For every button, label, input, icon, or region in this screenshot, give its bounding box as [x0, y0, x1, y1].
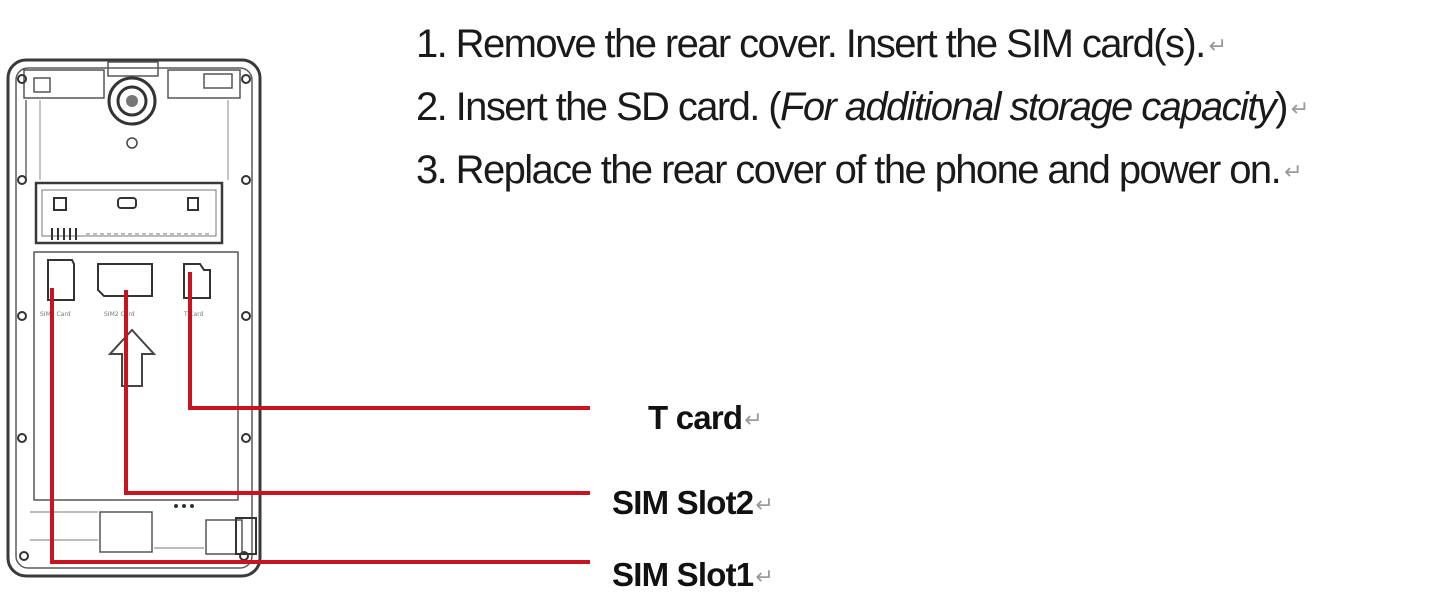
top-bracket [23, 69, 105, 99]
instruction-step-1-text: 1. Remove the rear cover. Insert the SIM… [416, 22, 1206, 66]
callout-sim-slot2-label: SIM Slot2 [612, 484, 754, 521]
callout-sim-slot1: SIM Slot1↵ [612, 556, 774, 593]
leader-line-tcard [188, 272, 590, 410]
camera-lens-center [126, 95, 138, 107]
phone-label-slot2: SIM2 Card [104, 311, 135, 318]
instruction-step-3-text: 3. Replace the rear cover of the phone a… [416, 148, 1282, 192]
callout-sim-slot1-label: SIM Slot1 [612, 556, 754, 593]
instruction-step-2: 2. Insert the SD card. (For additional s… [416, 87, 1309, 127]
battery-dots [174, 504, 194, 508]
instruction-step-3: 3. Replace the rear cover of the phone a… [416, 150, 1303, 190]
paragraph-mark-icon: ↵ [755, 564, 773, 590]
tray-slot-3-icon [187, 197, 199, 211]
paragraph-mark-icon: ↵ [1290, 96, 1310, 122]
paragraph-mark-icon: ↵ [1284, 159, 1303, 185]
paragraph-mark-icon: ↵ [1208, 33, 1228, 59]
instruction-step-2-italic: For additional storage capacity [779, 85, 1277, 129]
leader-line-sim1 [50, 288, 590, 564]
callout-t-card-label: T card [648, 399, 743, 436]
leader-line-sim2 [124, 290, 590, 495]
tray-pins [51, 228, 77, 240]
insert-arrow-icon [107, 328, 157, 387]
callout-sim-slot2: SIM Slot2↵ [612, 484, 774, 521]
phone-label-tcard: T-Card [183, 311, 204, 318]
phone-body-outline [6, 58, 262, 578]
bottom-chip [99, 511, 153, 553]
paragraph-mark-icon: ↵ [744, 407, 762, 433]
flash-icon [126, 137, 138, 149]
tray-slot-1-icon [53, 197, 67, 211]
usb-port [235, 517, 257, 555]
top-right-connector [203, 73, 233, 89]
instruction-step-1: 1. Remove the rear cover. Insert the SIM… [416, 24, 1227, 64]
instruction-step-2-prefix: 2. Insert the SD card. ( [416, 85, 782, 129]
instruction-step-2-suffix: ) [1275, 85, 1288, 129]
paragraph-mark-icon: ↵ [755, 492, 773, 518]
tray-slot-2-icon [117, 197, 137, 209]
callout-t-card: T card↵ [648, 399, 763, 436]
phone-label-slot1: SIM1 Card [40, 311, 71, 318]
card-tray-inner [41, 189, 217, 237]
top-notch [107, 61, 159, 77]
tcard-slot-outline [183, 263, 211, 299]
top-connector [33, 77, 51, 93]
